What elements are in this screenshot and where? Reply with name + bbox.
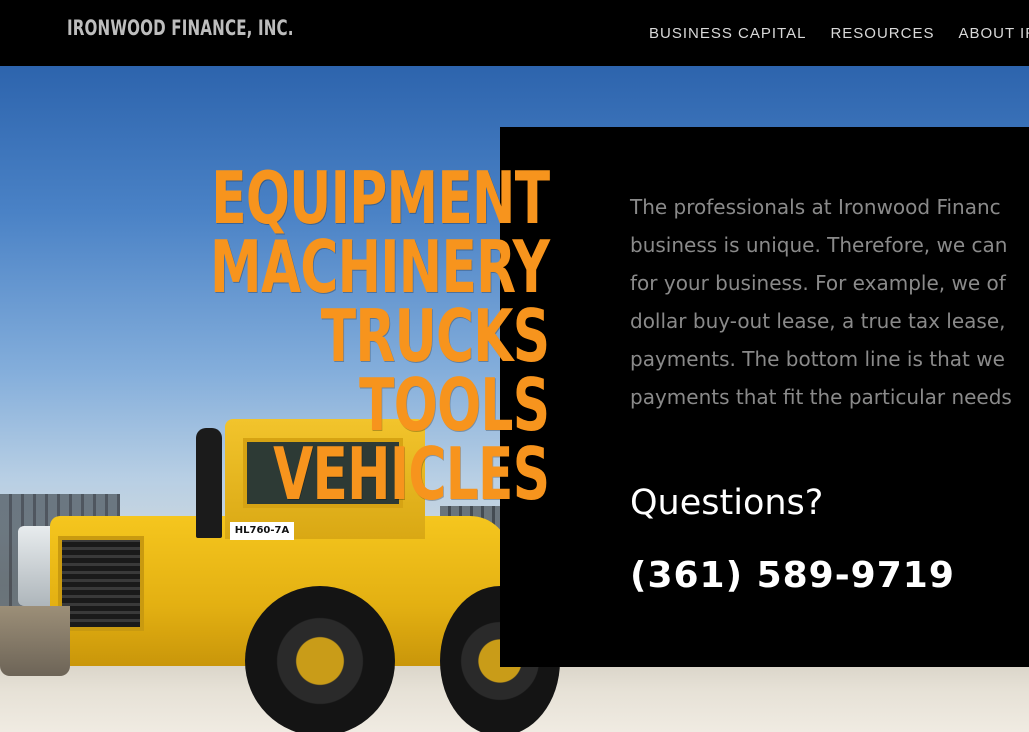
- loader-front-tire: [245, 586, 395, 732]
- loader-bucket: [0, 606, 70, 676]
- intro-paragraph: The professionals at Ironwood Financ bus…: [630, 188, 1029, 416]
- brand-logo[interactable]: IRONWOOD FINANCE, INC.: [67, 16, 294, 40]
- category-word-machinery: MACHINERY: [209, 225, 550, 309]
- nav-link-about[interactable]: ABOUT IR: [958, 25, 1029, 42]
- category-word-trucks: TRUCKS: [320, 294, 549, 378]
- category-word-vehicles: VEHICLES: [272, 432, 550, 516]
- info-panel: The professionals at Ironwood Financ bus…: [500, 127, 1029, 667]
- intro-line: payments. The bottom line is that we: [630, 347, 1005, 371]
- questions-heading: Questions?: [630, 483, 824, 523]
- intro-line: business is unique. Therefore, we can: [630, 233, 1008, 257]
- equipment-category-list: EQUIPMENT MACHINERY TRUCKS TOOLS VEHICLE…: [78, 156, 550, 516]
- intro-line: payments that fit the particular needs: [630, 385, 1012, 409]
- intro-line: for your business. For example, we of: [630, 271, 1006, 295]
- nav-link-resources[interactable]: RESOURCES: [830, 25, 934, 42]
- intro-line: dollar buy-out lease, a true tax lease,: [630, 309, 1006, 333]
- category-word-equipment: EQUIPMENT: [210, 156, 550, 240]
- loader-grille: [58, 536, 144, 631]
- nav-link-business-capital[interactable]: BUSINESS CAPITAL: [649, 25, 806, 42]
- phone-number-link[interactable]: (361) 589-9719: [630, 555, 955, 596]
- top-navigation-bar: IRONWOOD FINANCE, INC. BUSINESS CAPITAL …: [0, 0, 1029, 66]
- loader-model-plate: HL760-7A: [230, 522, 294, 540]
- main-nav: BUSINESS CAPITAL RESOURCES ABOUT IR: [649, 0, 1029, 66]
- page: IRONWOOD FINANCE, INC. BUSINESS CAPITAL …: [0, 0, 1029, 732]
- category-word-tools: TOOLS: [358, 363, 550, 447]
- intro-line: The professionals at Ironwood Financ: [630, 195, 1001, 219]
